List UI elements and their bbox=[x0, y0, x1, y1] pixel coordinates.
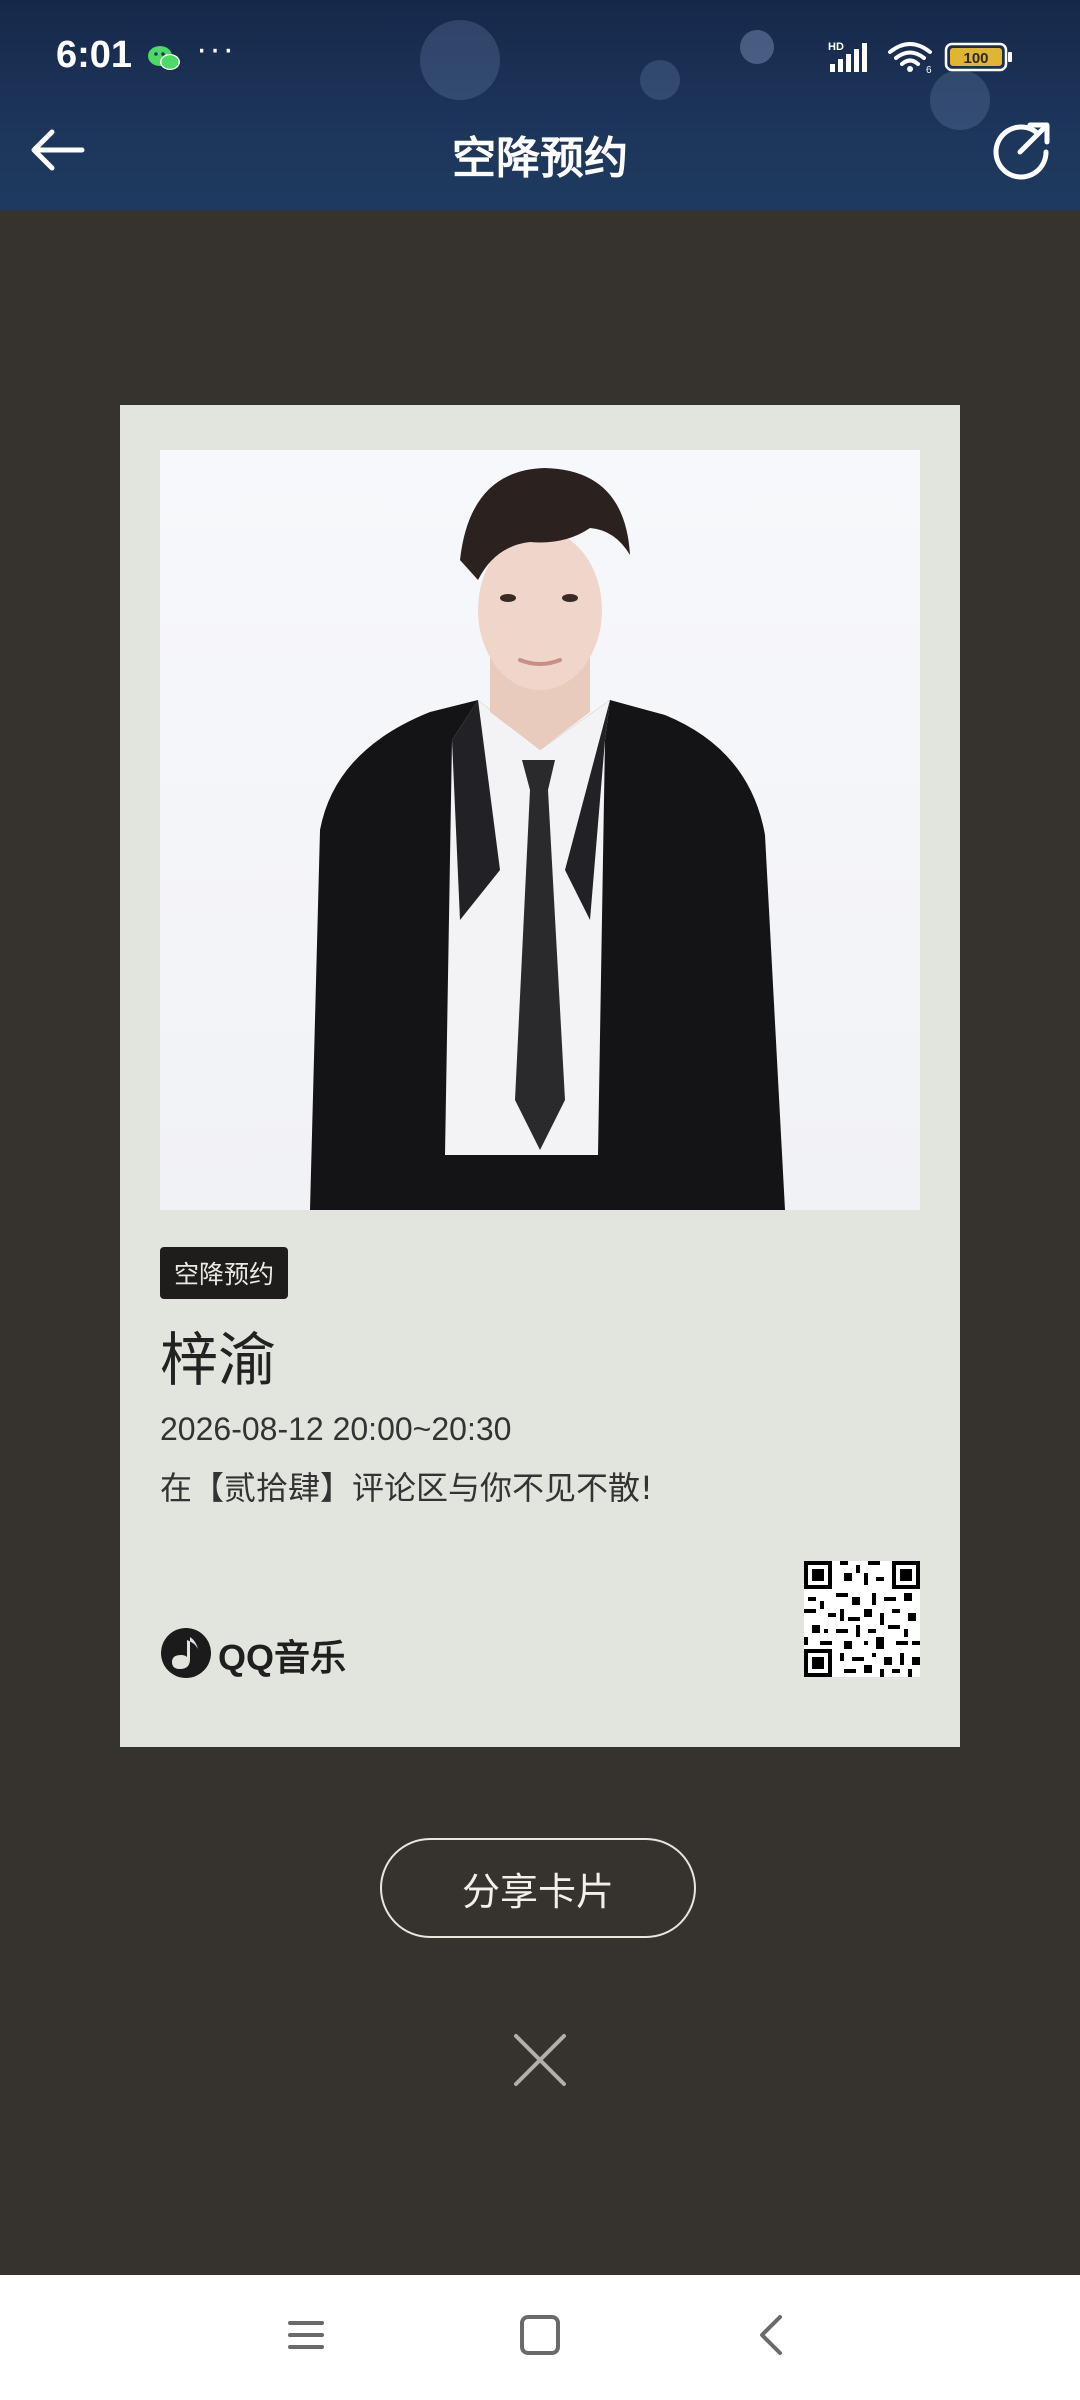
artist-name: 梓渝 bbox=[160, 1326, 277, 1394]
reservation-card: 空降预约 梓渝 2026-08-12 20:00~20:30 在【贰拾肆】评论区… bbox=[120, 405, 960, 1747]
menu-lines-icon[interactable] bbox=[286, 2315, 326, 2355]
page-title: 空降预约 bbox=[452, 133, 628, 184]
header-bokeh bbox=[420, 20, 500, 100]
share-button[interactable] bbox=[990, 118, 1054, 182]
battery-icon: 100 bbox=[944, 42, 1012, 72]
signal-icon: HD bbox=[828, 41, 867, 72]
event-datetime: 2026-08-12 20:00~20:30 bbox=[160, 1411, 512, 1447]
reservation-tag: 空降预约 bbox=[160, 1247, 289, 1299]
qr-code-image bbox=[804, 1561, 920, 1677]
battery-level: 100 bbox=[963, 50, 988, 67]
header-bokeh bbox=[640, 60, 680, 100]
brand-name: QQ音乐 bbox=[218, 1637, 347, 1678]
app-header: 6:01 ··· HD 6 100 空降预约 bbox=[0, 0, 1080, 210]
header-bokeh bbox=[740, 30, 774, 64]
wifi-icon: 6 bbox=[888, 42, 932, 74]
share-arrow-icon bbox=[993, 122, 1050, 180]
artist-portrait-image bbox=[310, 468, 785, 1210]
network-label: HD bbox=[828, 41, 844, 53]
wechat-icon bbox=[148, 46, 180, 70]
qq-music-logo-icon bbox=[161, 1628, 211, 1678]
qr-code bbox=[804, 1561, 920, 1677]
status-more-dots: ··· bbox=[196, 30, 236, 68]
wifi-label: 6 bbox=[926, 65, 932, 74]
system-nav-bar bbox=[0, 2275, 1080, 2400]
header-bokeh bbox=[930, 70, 990, 130]
share-card-button[interactable]: 分享卡片 bbox=[380, 1838, 696, 1938]
close-icon bbox=[514, 2034, 566, 2086]
status-time: 6:01 bbox=[56, 34, 133, 76]
event-message: 在【贰拾肆】评论区与你不见不散! bbox=[160, 1469, 653, 1507]
artist-photo bbox=[160, 450, 920, 1210]
chevron-left-icon[interactable] bbox=[752, 2311, 792, 2359]
close-button[interactable] bbox=[510, 2030, 570, 2090]
square-home-icon[interactable] bbox=[518, 2313, 562, 2357]
